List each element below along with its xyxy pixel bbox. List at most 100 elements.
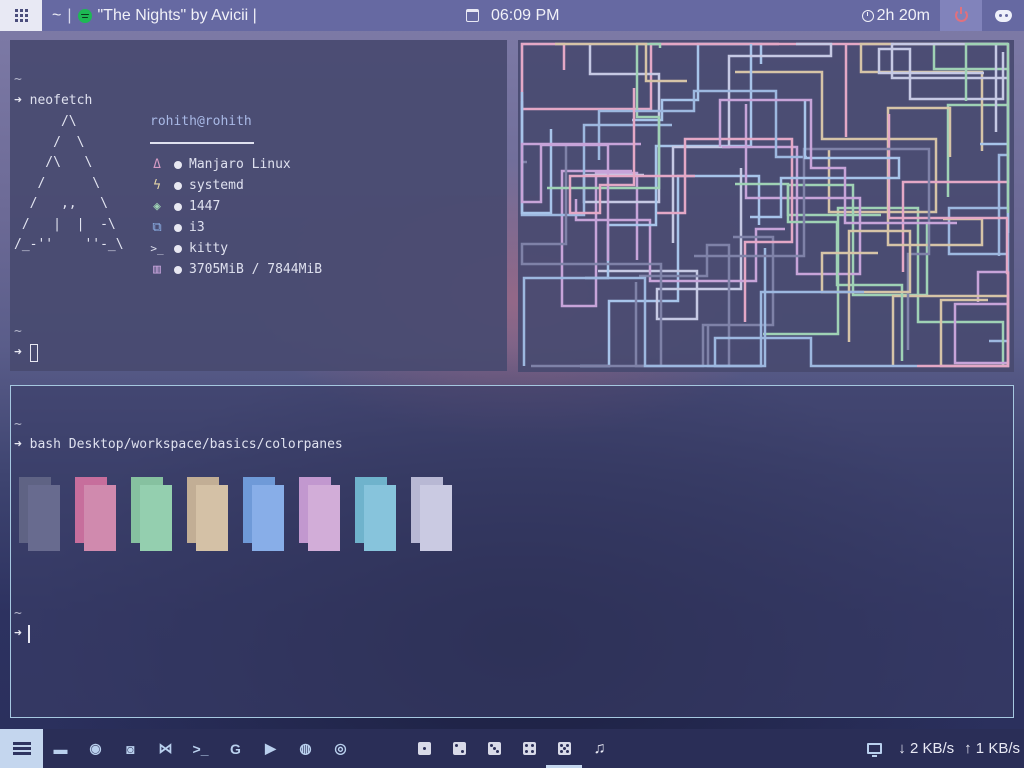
pipe — [877, 47, 1005, 101]
pipe — [786, 183, 929, 297]
color-swatch — [19, 477, 60, 551]
menu-button[interactable] — [0, 729, 43, 768]
color-swatch — [243, 477, 284, 551]
color-swatch — [131, 477, 172, 551]
user-host: rohith@rohith — [150, 114, 252, 129]
github-icon[interactable]: ◎ — [323, 729, 358, 768]
spotify-icon — [77, 8, 92, 23]
color-swatch — [411, 477, 452, 551]
clock-time: 06:09 PM — [491, 6, 560, 24]
youtube-icon[interactable]: ▶ — [253, 729, 288, 768]
dice-three-icon — [488, 742, 501, 755]
terminal-pipes[interactable] — [518, 40, 1014, 372]
workspace-label[interactable]: ~ — [52, 7, 61, 25]
pipe — [555, 42, 687, 83]
reddit-icon[interactable]: ◍ — [288, 729, 323, 768]
pipe — [891, 294, 1010, 368]
menu-icon — [12, 740, 31, 757]
power-icon — [954, 7, 968, 22]
prompt-line: ➜ bash Desktop/workspace/basics/colorpan… — [14, 437, 343, 452]
workspace-2[interactable] — [442, 729, 477, 768]
prompt-arrow: ➜ — [14, 93, 22, 108]
monitor-icon[interactable] — [867, 743, 883, 757]
pipe — [585, 44, 753, 280]
top-bar-right: 2h 20m — [861, 0, 1024, 31]
bottom-bar: ▬ ◉ ◙ ⋈ >_ G ▶ ◍ ◎ ♫ ↓ 2 KB/s ↑ 1 KB/s — [0, 729, 1024, 768]
terminal-neofetch[interactable]: ~ ➜ neofetch /\ / \ /\ \ / \ / ,, \ / | … — [10, 40, 507, 371]
terminal-icon: >_ — [150, 242, 164, 255]
pipe — [598, 168, 743, 321]
cursor — [28, 625, 30, 643]
prompt-dir: ~ — [14, 324, 22, 339]
now-playing[interactable]: "The Nights" by Avicii | — [98, 7, 257, 25]
pipe — [953, 270, 1010, 365]
info-value: i3 — [189, 220, 205, 235]
info-os: Δ Manjaro Linux — [150, 154, 291, 175]
terminal-colorpanes[interactable]: ~ ➜ bash Desktop/workspace/basics/colorp… — [10, 385, 1014, 718]
separator: | — [67, 6, 72, 24]
upload-speed: ↑ 1 KB/s — [964, 740, 1020, 757]
network-status: ↓ 2 KB/s ↑ 1 KB/s — [867, 729, 1020, 768]
discord-icon — [994, 9, 1012, 22]
files-icon[interactable]: ▬ — [43, 729, 78, 768]
info-value: 3705MiB / 7844MiB — [189, 262, 323, 277]
color-swatch — [355, 477, 396, 551]
command-text: neofetch — [29, 93, 93, 108]
clock[interactable]: 06:09 PM — [466, 0, 559, 31]
pipe — [735, 70, 938, 214]
pipe — [750, 101, 901, 219]
ascii-logo: /\ / \ /\ \ / \ / ,, \ / | | -\ /_-'' ''… — [14, 114, 124, 252]
download-speed: ↓ 2 KB/s — [898, 740, 955, 757]
dice-four-icon — [523, 742, 536, 755]
prompt-dir: ~ — [14, 606, 22, 621]
prompt-arrow: ➜ — [14, 626, 22, 641]
top-bar: ~ | "The Nights" by Avicii | 06:09 PM 2h… — [0, 0, 1024, 31]
discord-icon[interactable]: ◙ — [113, 729, 148, 768]
firefox-icon[interactable]: ◉ — [78, 729, 113, 768]
workspace-3[interactable] — [477, 729, 512, 768]
calendar-icon — [466, 9, 479, 22]
pipe — [522, 276, 864, 368]
terminal-icon[interactable]: >_ — [183, 729, 218, 768]
bolt-icon: ϟ — [153, 178, 161, 193]
info-wm: ⧉ i3 — [150, 217, 205, 238]
vscode-icon[interactable]: ⋈ — [148, 729, 183, 768]
windows-icon: ⧉ — [152, 220, 162, 235]
info-init: ϟ systemd — [150, 175, 244, 196]
prompt-line: ➜ neofetch — [14, 93, 92, 108]
color-swatch — [187, 477, 228, 551]
linux-icon: Δ — [153, 157, 161, 172]
package-icon: ◈ — [153, 199, 161, 214]
info-value: Manjaro Linux — [189, 157, 291, 172]
dice-five-icon — [558, 742, 571, 755]
color-swatch — [75, 477, 116, 551]
workspace-5[interactable] — [547, 729, 582, 768]
grid-icon — [14, 9, 28, 22]
dice-two-icon — [453, 742, 466, 755]
pipe — [520, 144, 663, 368]
pipe — [980, 106, 1010, 233]
google-icon[interactable]: G — [218, 729, 253, 768]
pipe — [820, 229, 912, 342]
dice-one-icon — [418, 742, 431, 755]
info-value: systemd — [189, 178, 244, 193]
cursor — [30, 344, 38, 362]
prompt-arrow: ➜ — [14, 437, 22, 452]
prompt-dir: ~ — [14, 417, 22, 432]
info-value: 1447 — [189, 199, 221, 214]
discord-button[interactable] — [982, 0, 1024, 31]
info-value: kitty — [189, 241, 229, 256]
app-grid-button[interactable] — [0, 0, 42, 31]
pipe — [718, 98, 957, 225]
workspace-1[interactable] — [407, 729, 442, 768]
prompt-dir: ~ — [14, 72, 22, 87]
workspace-4[interactable] — [512, 729, 547, 768]
memory-icon: ▥ — [153, 262, 161, 277]
uptime: 2h 20m — [876, 6, 930, 24]
stopwatch-icon — [861, 9, 874, 22]
color-swatch — [299, 477, 340, 551]
music-note-icon[interactable]: ♫ — [582, 729, 617, 768]
pipe — [568, 88, 695, 215]
command-text: bash Desktop/workspace/basics/colorpanes — [29, 437, 343, 452]
power-button[interactable] — [940, 0, 982, 31]
